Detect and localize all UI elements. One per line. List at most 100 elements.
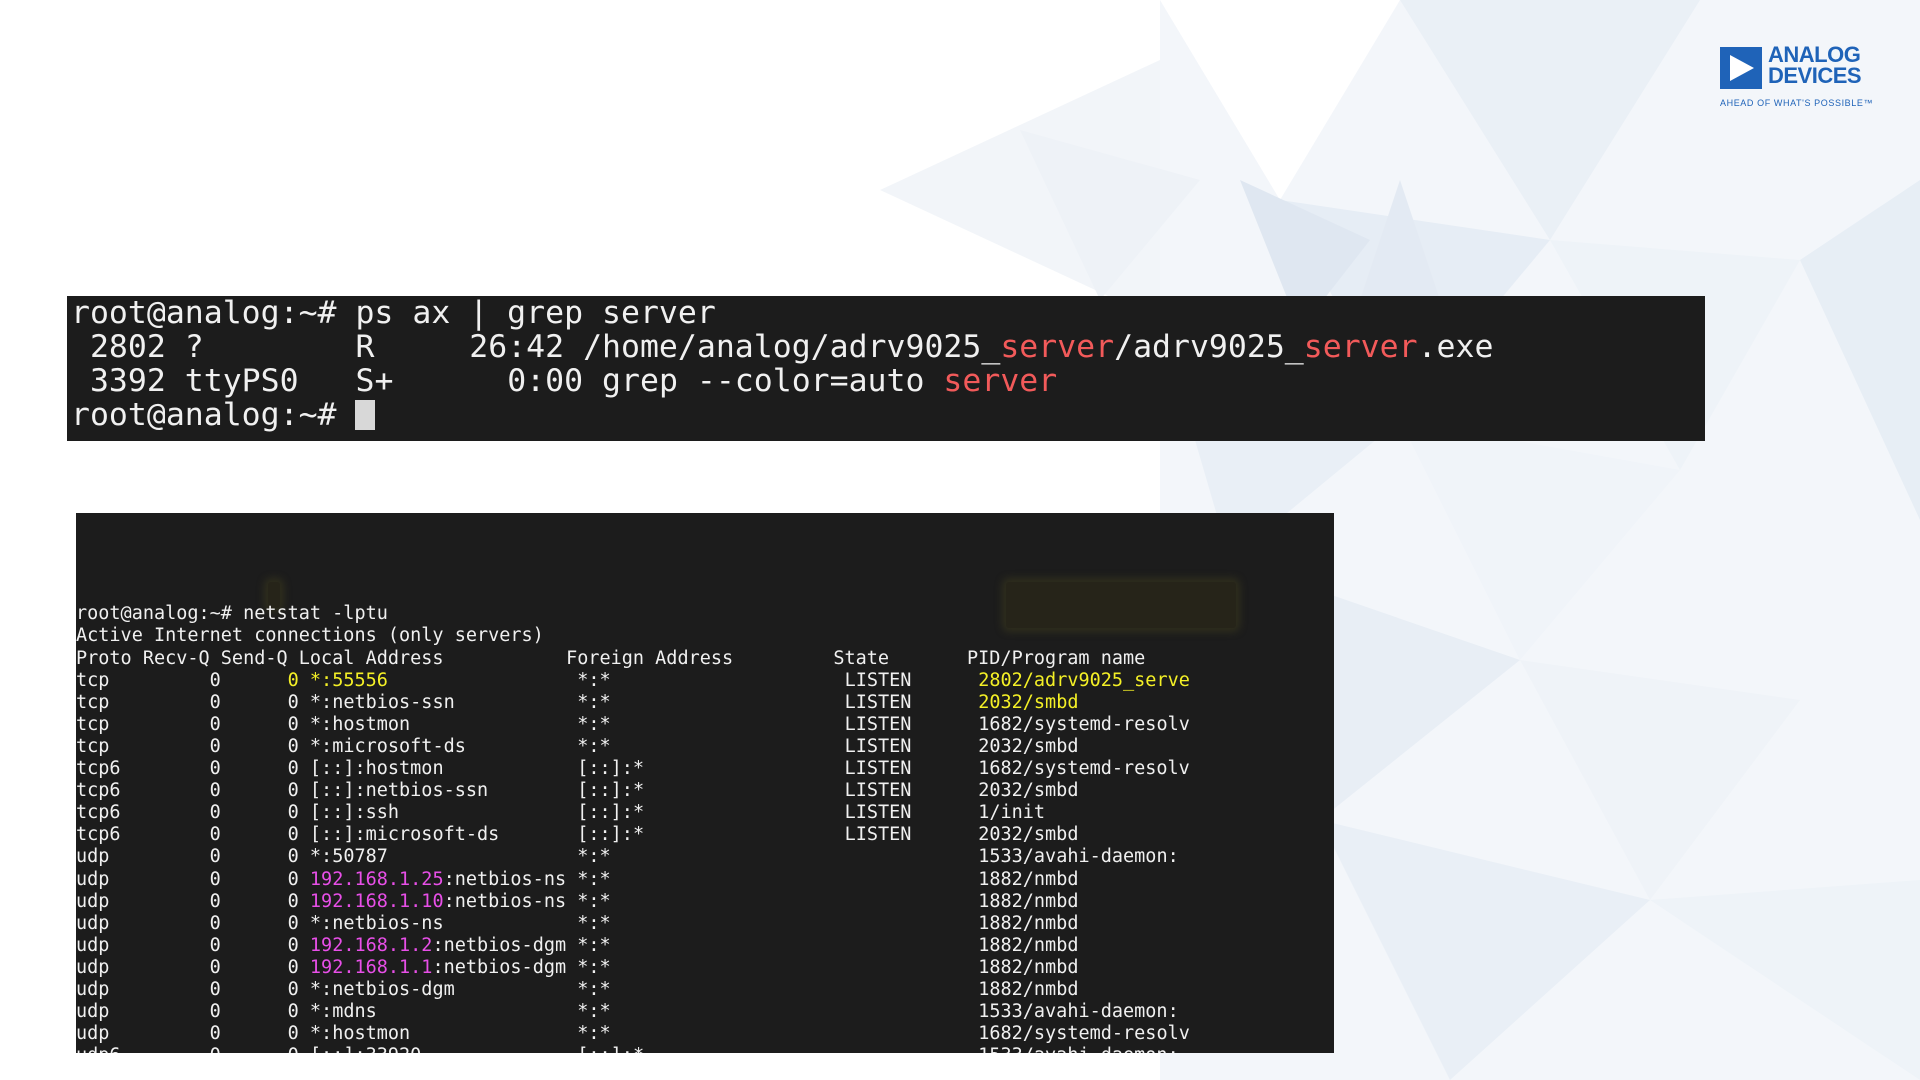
netstat-row: tcp 0 0 *:netbios-ssn *:* LISTEN 2032/sm… [76,692,1334,714]
terminal-ps-grep[interactable]: root@analog:~# ps ax | grep server 2802 … [67,296,1705,441]
pid-program-cell: 2802/adrv9025_serve [978,669,1190,691]
foreign-address-cell: *:* [577,846,611,868]
local-address-cell: *:netbios-ns [309,912,444,934]
state-cell: LISTEN [844,735,912,757]
terminal-line-title: Active Internet connections (only server… [76,625,544,647]
local-address-cell: *:55556 [309,669,388,691]
proto-cell: udp [76,978,110,1000]
netstat-row: tcp6 0 0 [::]:netbios-ssn [::]:* LISTEN … [76,780,1334,802]
send-q-cell: 0 [288,1045,299,1053]
send-q-cell: 0 [287,669,299,691]
recv-q-cell: 0 [209,846,221,868]
pid-program-cell: 1682/systemd-resolv [978,1023,1190,1045]
process-cmd-part: /home/analog/adrv9025_ [583,329,1001,365]
foreign-address-cell: *:* [577,1023,611,1045]
process-cmd-part: .exe [1417,329,1494,365]
foreign-address-cell: *:* [577,669,611,691]
foreign-address-cell: *:* [577,934,611,956]
proto-cell: udp [76,1001,110,1023]
foreign-address-cell: *:* [577,956,611,978]
proto-cell: udp [76,934,110,956]
pid-program-cell: 2032/smbd [978,735,1079,757]
pid-program-cell: 2032/smbd [978,691,1079,713]
local-address-cell: [::]:ssh [309,802,400,824]
process-stat: R [355,329,375,365]
foreign-address-cell: *:* [577,868,611,890]
grep-match-highlight: server [1303,329,1418,365]
local-address-cell: *:hostmon [309,1023,411,1045]
proto-cell: udp [76,956,110,978]
netstat-header: Proto Recv-Q Send-Q Local Address Foreig… [76,647,1146,669]
netstat-row: tcp6 0 0 [::]:hostmon [::]:* LISTEN 1682… [76,758,1334,780]
send-q-cell: 0 [287,691,299,713]
proto-cell: udp [76,868,110,890]
terminal-line-command: root@analog:~# netstat -lptu [76,603,388,625]
netstat-row: tcp 0 0 *:55556 *:* LISTEN 2802/adrv9025… [76,670,1334,692]
recv-q-cell: 0 [209,956,221,978]
netstat-row: udp 0 0 *:mdns *:* 1533/avahi-daemon: [76,1001,1334,1023]
recv-q-cell: 0 [209,934,221,956]
proto-cell: tcp6 [76,780,121,802]
terminal-line-prompt[interactable]: root@analog:~# [71,398,1705,432]
recv-q-cell: 0 [209,802,221,824]
netstat-output: root@analog:~# netstat -lptu Active Inter… [76,603,1334,1053]
foreign-address-cell: *:* [577,890,611,912]
proto-cell: tcp [76,735,110,757]
send-q-cell: 0 [287,978,299,1000]
foreign-address-cell: *:* [577,713,611,735]
process-pid: 3392 ttyPS0 [71,363,299,399]
send-q-cell: 0 [287,890,299,912]
send-q-cell: 0 [287,846,299,868]
netstat-row: udp 0 0 192.168.1.25:netbios-ns *:* 1882… [76,869,1334,891]
send-q-cell: 0 [287,1023,299,1045]
netstat-row: tcp6 0 0 [::]:microsoft-ds [::]:* LISTEN… [76,824,1334,846]
foreign-address-cell: [::]:* [577,1045,644,1053]
netstat-row: udp 0 0 *:50787 *:* 1533/avahi-daemon: [76,846,1334,868]
local-address-cell: :netbios-dgm [432,956,567,978]
proto-cell: tcp6 [76,802,121,824]
pid-program-cell: 1882/nmbd [978,934,1079,956]
send-q-cell: 0 [287,934,299,956]
send-q-cell: 0 [287,824,299,846]
netstat-row: udp6 0 0 [::]:33920 [::]:* 1533/avahi-da… [76,1045,1334,1053]
recv-q-cell: 0 [209,1023,221,1045]
pid-program-cell: 1533/avahi-daemon: [978,846,1179,868]
netstat-row: udp 0 0 192.168.1.1:netbios-dgm *:* 1882… [76,957,1334,979]
grep-match-highlight: server [1000,329,1115,365]
netstat-row: tcp6 0 0 [::]:ssh [::]:* LISTEN 1/init [76,802,1334,824]
analog-devices-triangle-icon [1720,47,1762,89]
foreign-address-cell: *:* [577,1001,611,1023]
local-address-cell: *:netbios-ssn [309,691,455,713]
foreign-address-cell: [::]:* [577,758,645,780]
local-address-ip: 192.168.1.25 [309,868,444,890]
proto-cell: tcp6 [76,824,121,846]
logo-line-analog: ANALOG [1768,42,1861,67]
proto-cell: udp [76,890,110,912]
process-pid: 2802 ? [71,329,204,365]
logo-tagline: AHEAD OF WHAT'S POSSIBLE™ [1720,98,1874,108]
pid-program-cell: 2032/smbd [978,780,1079,802]
pid-program-cell: 1682/systemd-resolv [978,713,1190,735]
proto-cell: udp [76,912,110,934]
netstat-row: udp 0 0 *:netbios-ns *:* 1882/nmbd [76,913,1334,935]
proto-cell: tcp [76,691,110,713]
send-q-cell: 0 [287,780,299,802]
terminal-cursor [355,400,376,430]
send-q-cell: 0 [287,1001,299,1023]
netstat-row: tcp 0 0 *:microsoft-ds *:* LISTEN 2032/s… [76,736,1334,758]
foreign-address-cell: [::]:* [577,802,645,824]
terminal-line-command: root@analog:~# ps ax | grep server [71,296,716,331]
recv-q-cell: 0 [209,978,221,1000]
send-q-cell: 0 [287,868,299,890]
recv-q-cell: 0 [209,780,221,802]
analog-devices-logo: ANALOG DEVICES AHEAD OF WHAT'S POSSIBLE™ [1718,44,1888,112]
pid-program-cell: 1682/systemd-resolv [978,758,1190,780]
local-address-cell: *:netbios-dgm [309,978,455,1000]
terminal-netstat[interactable]: root@analog:~# netstat -lptu Active Inter… [76,513,1334,1053]
local-address-cell: :netbios-ns [443,890,567,912]
local-address-cell: [::]:microsoft-ds [309,824,500,846]
pid-program-cell: 1533/avahi-daemon: [978,1045,1178,1053]
recv-q-cell: 0 [209,758,221,780]
netstat-row: udp 0 0 *:hostmon *:* 1682/systemd-resol… [76,1023,1334,1045]
process-time: 26:42 [469,329,565,365]
